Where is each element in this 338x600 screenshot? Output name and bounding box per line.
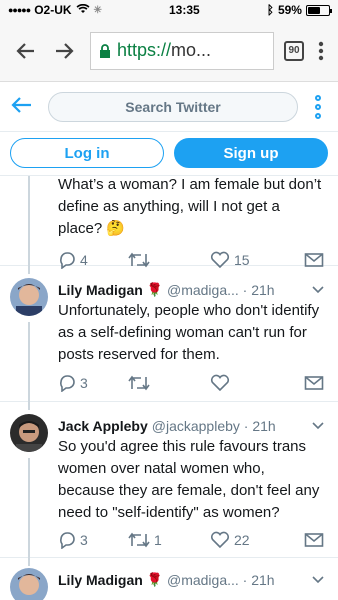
retweet-icon — [128, 375, 150, 391]
user-handle[interactable]: @madiga... · 21h — [167, 572, 275, 588]
user-handle[interactable]: @jackappleby · 21h — [152, 418, 276, 434]
dot-icon — [315, 94, 321, 101]
retweet-count: 1 — [154, 532, 162, 548]
url-scheme: https:// — [117, 40, 172, 60]
browser-back-button[interactable] — [10, 36, 40, 66]
auth-bar: Log in Sign up — [0, 132, 338, 176]
wifi-icon — [76, 3, 90, 17]
display-name[interactable]: Lily Madigan — [58, 572, 143, 588]
like-button[interactable]: 22 — [210, 531, 295, 549]
like-button[interactable] — [210, 374, 295, 392]
tweet-text: What’s a woman? I am female but don’t de… — [58, 176, 322, 237]
reply-button[interactable]: 3 — [58, 374, 128, 392]
avatar[interactable] — [10, 278, 48, 316]
chevron-down-icon[interactable] — [312, 419, 324, 433]
tweet-header: Jack Appleby @jackappleby · 21h — [58, 418, 324, 434]
direct-message-button[interactable] — [304, 532, 324, 548]
tweet-header: Lily Madigan 🌹 @madiga... · 21h — [58, 572, 324, 588]
back-button[interactable] — [10, 93, 38, 121]
thread-line — [28, 322, 30, 402]
retweet-button[interactable]: 1 — [128, 532, 210, 548]
battery-percent: 59% — [277, 3, 302, 17]
signal-icon: ●●●●● — [8, 5, 31, 15]
login-button[interactable]: Log in — [10, 138, 164, 168]
dot-icon — [315, 112, 321, 119]
browser-forward-button[interactable] — [50, 36, 80, 66]
thread-line — [28, 176, 30, 266]
search-input[interactable]: Search Twitter — [48, 91, 298, 122]
thread-line — [28, 558, 30, 566]
heart-icon — [210, 374, 230, 392]
thread-line — [28, 458, 30, 558]
reply-icon — [60, 532, 75, 549]
retweet-button[interactable] — [128, 375, 210, 391]
avatar[interactable] — [10, 414, 48, 452]
arrow-left-icon — [11, 96, 31, 113]
browser-toolbar: https://mo... 90 — [0, 20, 338, 82]
tweet[interactable]: What’s a woman? I am female but don’t de… — [0, 176, 338, 269]
rose-icon: 🌹 — [146, 282, 163, 297]
avatar[interactable] — [10, 568, 48, 600]
chevron-down-icon[interactable] — [312, 573, 324, 587]
url-bar[interactable]: https://mo... — [90, 31, 274, 70]
thread-line — [28, 402, 30, 410]
reply-count: 3 — [80, 375, 88, 391]
envelope-icon — [304, 533, 324, 547]
lock-icon — [100, 43, 110, 58]
tweet-text: So you'd agree this rule favours trans w… — [58, 438, 320, 521]
browser-menu-button[interactable] — [314, 41, 328, 61]
tweet-text: Unfortunately, people who don't identify… — [58, 302, 320, 363]
reply-count: 3 — [80, 532, 88, 548]
bluetooth-icon: ᛒ — [266, 3, 274, 17]
envelope-icon — [304, 376, 324, 390]
user-handle[interactable]: @madiga... · 21h — [167, 282, 275, 298]
more-vertical-icon — [318, 41, 324, 60]
url-host: mo... — [171, 40, 212, 60]
dot-icon — [315, 103, 321, 110]
tweet[interactable]: Lily Madigan 🌹 @madiga... · 21h Unfortun… — [0, 266, 338, 402]
tab-switcher-button[interactable]: 90 — [284, 40, 304, 61]
clock: 13:35 — [168, 3, 200, 17]
carrier-label: O2-UK — [34, 3, 72, 17]
tweet-actions: 3 1 22 — [58, 524, 324, 556]
arrow-right-icon — [56, 42, 74, 59]
signup-button[interactable]: Sign up — [174, 138, 328, 168]
retweet-icon — [128, 532, 150, 548]
loading-icon: ✳ — [93, 4, 102, 16]
chevron-down-icon[interactable] — [312, 283, 324, 297]
rose-icon: 🌹 — [146, 572, 163, 587]
display-name[interactable]: Jack Appleby — [58, 418, 148, 434]
heart-icon — [210, 531, 230, 549]
display-name[interactable]: Lily Madigan — [58, 282, 143, 298]
conversation-thread: What’s a woman? I am female but don’t de… — [0, 176, 338, 600]
tweet[interactable]: Jack Appleby @jackappleby · 21h So you'd… — [0, 402, 338, 558]
status-bar: ●●●●● O2-UK ✳ 13:35 ᛒ 59% — [0, 0, 338, 20]
thread-line — [28, 266, 30, 274]
reply-icon — [60, 375, 75, 392]
more-options-button[interactable] — [308, 94, 328, 119]
tweet-actions: 3 — [58, 366, 324, 400]
battery-icon — [305, 4, 332, 16]
tweet[interactable]: Lily Madigan 🌹 @madiga... · 21h — [0, 558, 338, 600]
tweet-header: Lily Madigan 🌹 @madiga... · 21h — [58, 282, 324, 298]
reply-button[interactable]: 3 — [58, 531, 128, 549]
like-count: 22 — [234, 532, 250, 548]
arrow-left-icon — [16, 42, 34, 59]
twitter-header: Search Twitter — [0, 82, 338, 132]
direct-message-button[interactable] — [304, 375, 324, 391]
